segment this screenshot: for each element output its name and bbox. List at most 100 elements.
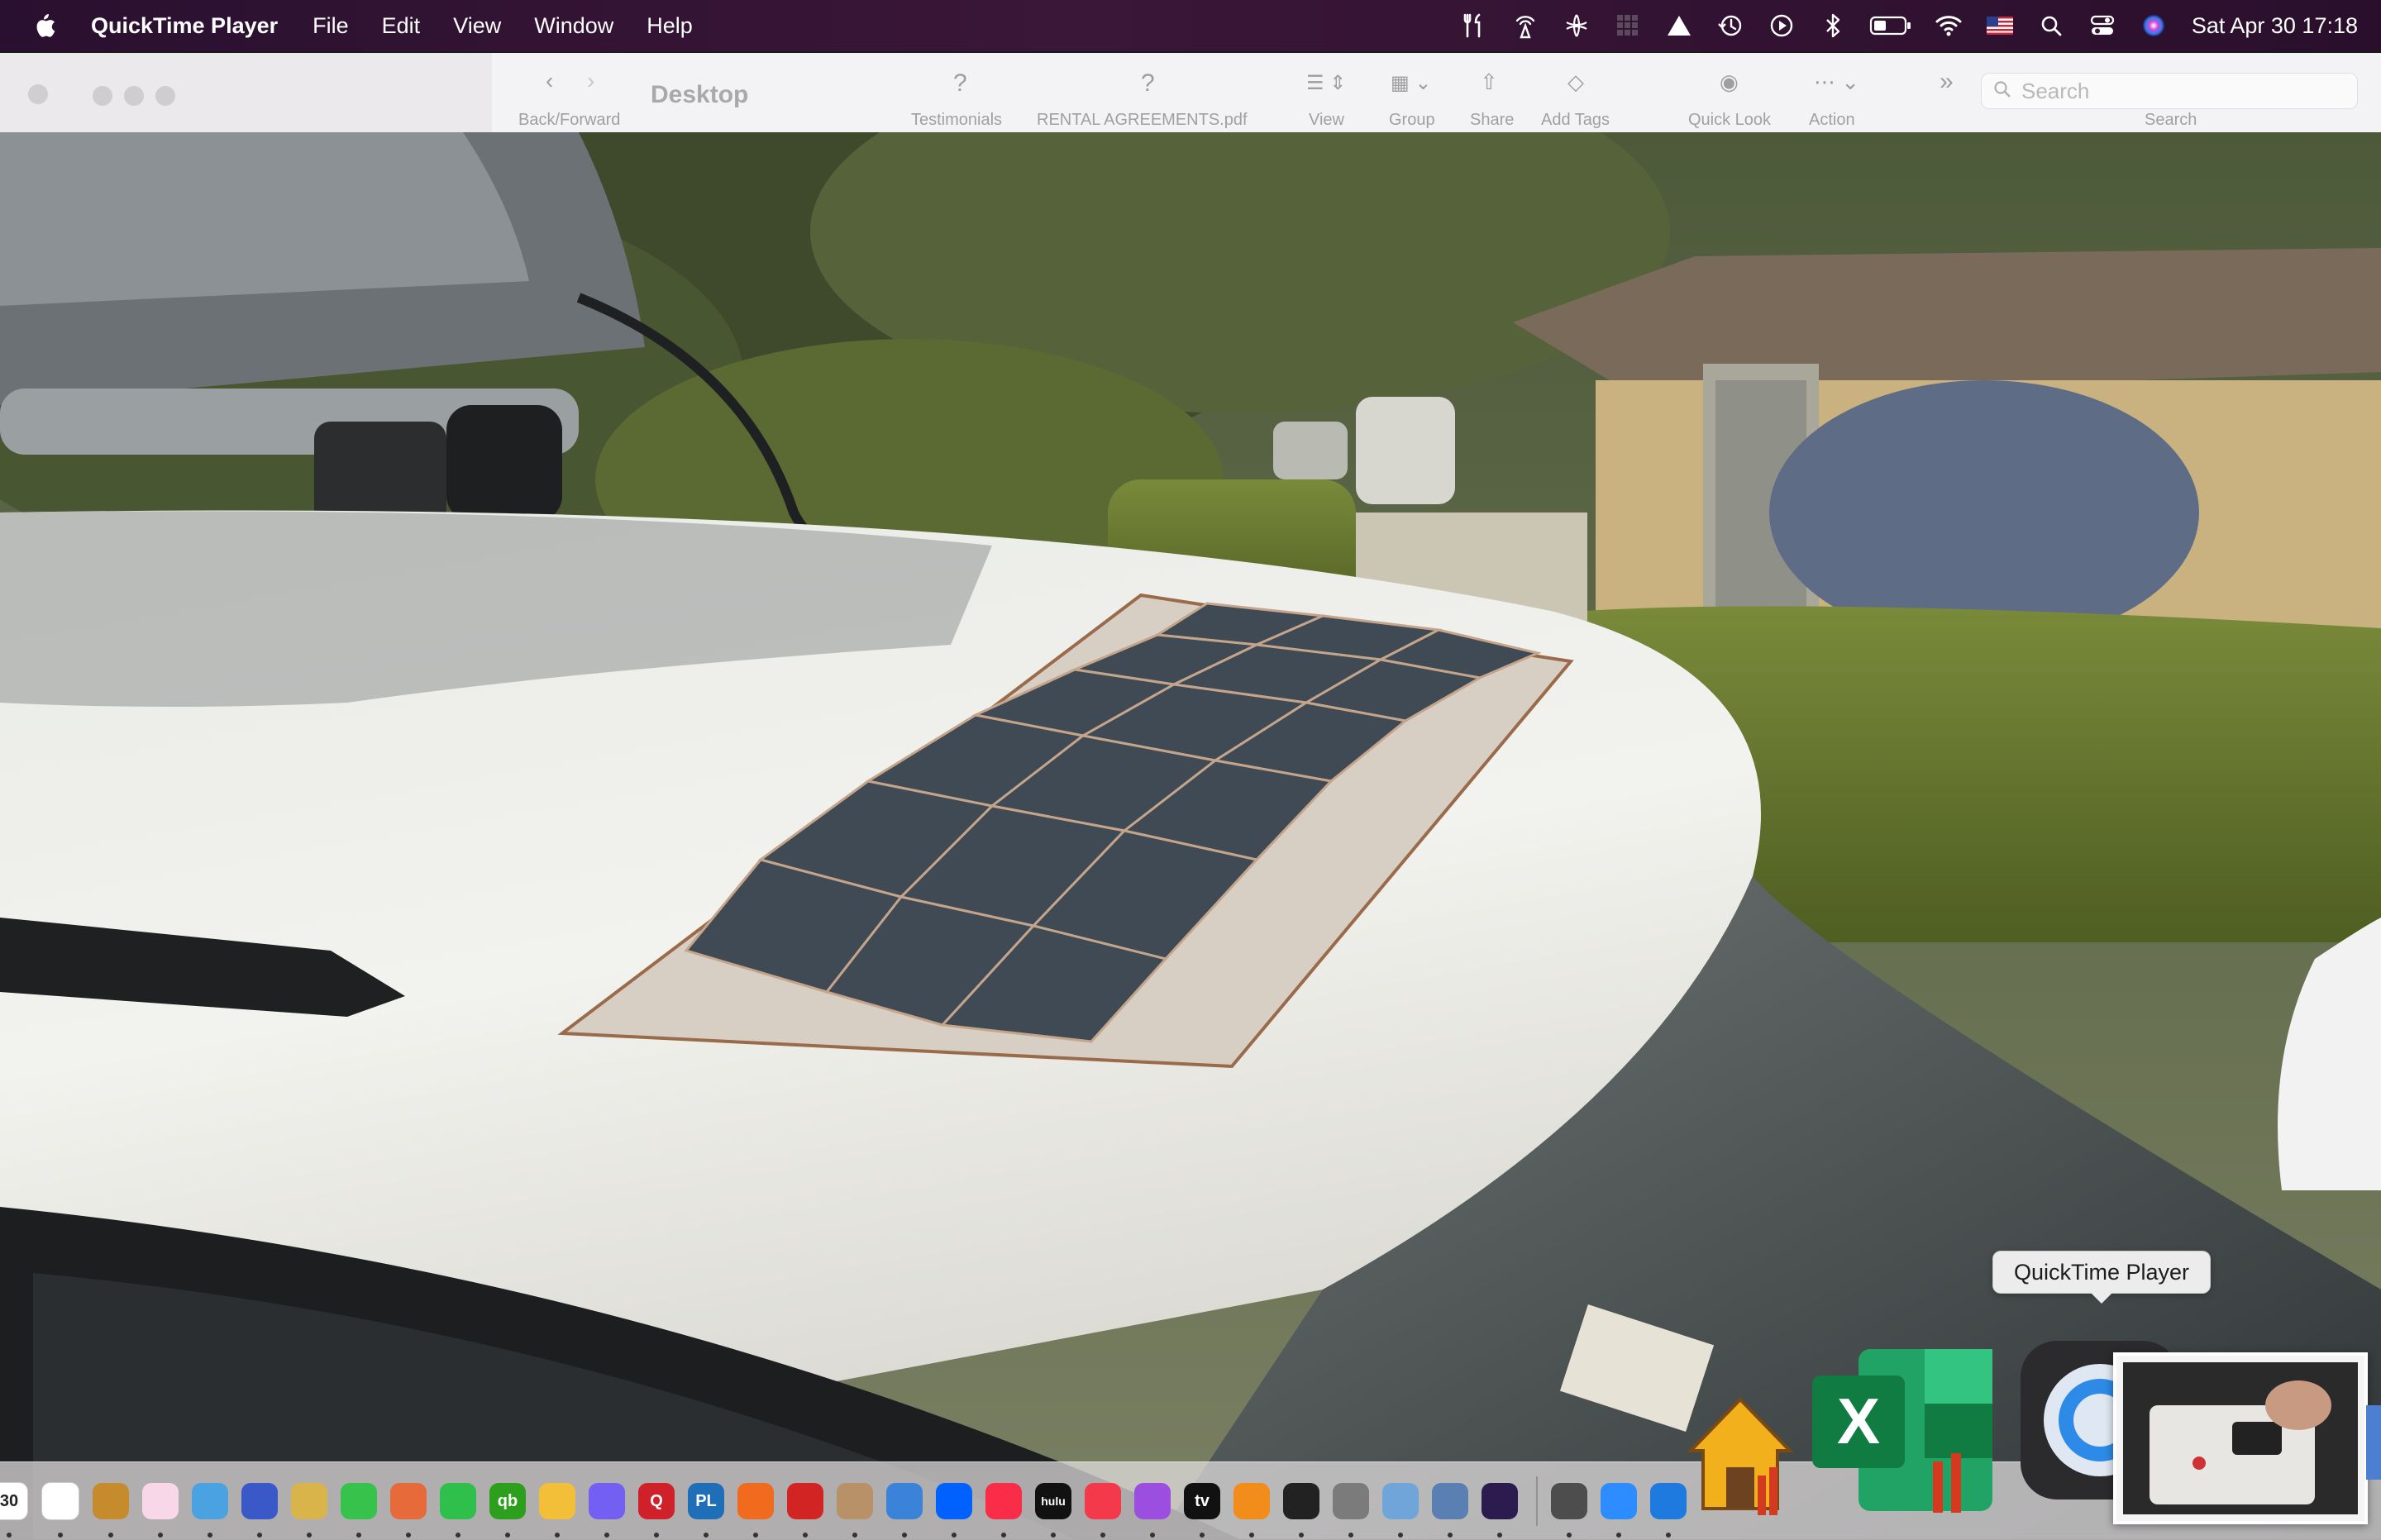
dock-separator <box>1536 1476 1538 1526</box>
forward-chevron-icon[interactable]: › <box>587 68 594 94</box>
overflow-chevron-icon[interactable]: » <box>1940 68 1954 96</box>
group-icon[interactable]: ▦ ⌄ <box>1391 71 1431 95</box>
screen-sharing-icon[interactable] <box>1432 1483 1468 1538</box>
minimize-button[interactable] <box>124 86 144 106</box>
red-app-icon[interactable] <box>787 1483 823 1538</box>
running-indicator <box>158 1533 163 1538</box>
scissors-app-icon[interactable] <box>539 1483 575 1538</box>
hulu-icon[interactable]: hulu <box>1035 1483 1071 1538</box>
siri-icon[interactable] <box>2137 9 2170 42</box>
firefox-icon[interactable] <box>737 1483 774 1538</box>
help-menu[interactable]: Help <box>647 13 693 39</box>
drive-icon[interactable] <box>1663 9 1696 42</box>
zoom-button[interactable] <box>155 86 175 106</box>
toolbar-quick-look[interactable]: Quick Look <box>1688 111 1771 130</box>
wifi-tower-icon[interactable] <box>1509 9 1542 42</box>
settings-icon[interactable] <box>1333 1483 1369 1538</box>
running-indicator <box>1150 1533 1155 1538</box>
play-circle-icon[interactable] <box>1765 9 1798 42</box>
question-icon[interactable]: ? <box>953 69 967 98</box>
news-icon[interactable] <box>1085 1483 1121 1538</box>
zoom-icon[interactable] <box>1601 1483 1637 1538</box>
quicken-icon[interactable]: Q <box>638 1483 675 1538</box>
pill-app-icon[interactable] <box>93 1483 129 1538</box>
calculator-app-icon[interactable] <box>241 1483 278 1538</box>
running-indicator <box>1348 1533 1353 1538</box>
us-flag-icon[interactable] <box>1983 9 2016 42</box>
chrome-icon[interactable] <box>41 1482 79 1538</box>
dock-icons: 30 qb Q PL hulu tv <box>0 1462 1700 1540</box>
share-icon[interactable]: ⇧ <box>1480 69 1498 95</box>
toolbar-group[interactable]: Group <box>1389 111 1435 130</box>
list-view-icon[interactable]: ☰ ⇕ <box>1306 71 1346 95</box>
control-center-icon[interactable] <box>2086 9 2119 42</box>
bluetooth-icon[interactable] <box>1816 9 1849 42</box>
hulu-label: hulu <box>1041 1495 1066 1508</box>
books-icon[interactable] <box>1233 1483 1270 1538</box>
running-indicator <box>1398 1533 1403 1538</box>
edge-app-icon[interactable] <box>2366 1405 2381 1480</box>
back-forward-label: Back/Forward <box>518 111 621 129</box>
video-frame[interactable] <box>0 132 2381 1539</box>
view-menu[interactable]: View <box>453 13 501 39</box>
menu-clock[interactable]: Sat Apr 30 17:18 <box>2192 13 2358 39</box>
running-indicator <box>108 1533 113 1538</box>
contacts-icon[interactable] <box>837 1483 873 1538</box>
time-machine-icon[interactable] <box>1714 9 1747 42</box>
cloud-sync-icon[interactable] <box>1560 9 1593 42</box>
facetime-icon[interactable] <box>341 1483 377 1538</box>
running-indicator <box>704 1533 709 1538</box>
apple-tv-icon[interactable]: tv <box>1184 1483 1220 1538</box>
battery-icon[interactable] <box>1868 9 1914 42</box>
edit-menu[interactable]: Edit <box>382 13 421 39</box>
eye-icon[interactable]: ◉ <box>1720 69 1739 95</box>
excel-icon[interactable]: X <box>1809 1346 1996 1519</box>
photos-icon[interactable] <box>142 1483 179 1538</box>
running-indicator <box>7 1533 12 1538</box>
toolbar-share[interactable]: Share <box>1470 111 1514 130</box>
search-icon[interactable] <box>2035 9 2068 42</box>
dropbox-icon[interactable] <box>936 1483 972 1538</box>
clock-app-icon[interactable] <box>1283 1483 1319 1538</box>
calendar-icon[interactable]: 30 <box>0 1482 28 1538</box>
tag-icon[interactable]: ◇ <box>1567 69 1584 95</box>
question-icon[interactable]: ? <box>1141 69 1155 98</box>
toolbar-testimonials[interactable]: Testimonials <box>911 111 1002 130</box>
toolbar-add-tags[interactable]: Add Tags <box>1541 111 1610 130</box>
app-menu[interactable]: QuickTime Player <box>91 13 278 39</box>
calculator-icon[interactable] <box>1551 1483 1587 1538</box>
screen-app-icon[interactable] <box>886 1483 923 1538</box>
pineapple-icon[interactable] <box>291 1483 327 1538</box>
running-indicator <box>555 1533 560 1538</box>
chat-bubble-icon[interactable] <box>440 1483 476 1538</box>
back-chevron-icon[interactable]: ‹ <box>546 68 553 94</box>
grid-icon[interactable] <box>1611 9 1644 42</box>
running-indicator <box>58 1533 63 1538</box>
podcasts-icon[interactable] <box>1134 1483 1171 1538</box>
toolbar-action[interactable]: Action <box>1809 111 1855 130</box>
close-button[interactable] <box>93 86 112 106</box>
grid-app-icon[interactable] <box>390 1483 427 1538</box>
action-icon[interactable]: ⋯ ⌄ <box>1814 69 1859 95</box>
video-thumbnail[interactable] <box>2113 1352 2368 1524</box>
affinity-icon[interactable] <box>1482 1483 1518 1538</box>
window-menu[interactable]: Window <box>534 13 613 39</box>
apple-menu-icon[interactable] <box>26 7 63 44</box>
globe-app-icon[interactable] <box>192 1483 228 1538</box>
windows-app-icon[interactable] <box>1650 1483 1687 1538</box>
file-menu[interactable]: File <box>313 13 349 39</box>
toolbar-view[interactable]: View <box>1309 111 1344 130</box>
quicken-label: Q <box>650 1491 663 1510</box>
preview-icon[interactable] <box>1382 1483 1419 1538</box>
music-icon[interactable] <box>985 1483 1022 1538</box>
home-app-icon[interactable] <box>1687 1393 1794 1517</box>
wifi-icon[interactable] <box>1932 9 1965 42</box>
viber-icon[interactable] <box>589 1483 625 1538</box>
tools-icon[interactable] <box>1458 9 1491 42</box>
plex-icon[interactable]: PL <box>688 1483 724 1538</box>
toolbar-rental-agreements[interactable]: RENTAL AGREEMENTS.pdf <box>1037 111 1248 130</box>
search-field[interactable]: Search <box>1981 73 2358 109</box>
running-indicator <box>1100 1533 1105 1538</box>
running-indicator <box>1299 1533 1304 1538</box>
quickbooks-icon[interactable]: qb <box>489 1483 526 1538</box>
